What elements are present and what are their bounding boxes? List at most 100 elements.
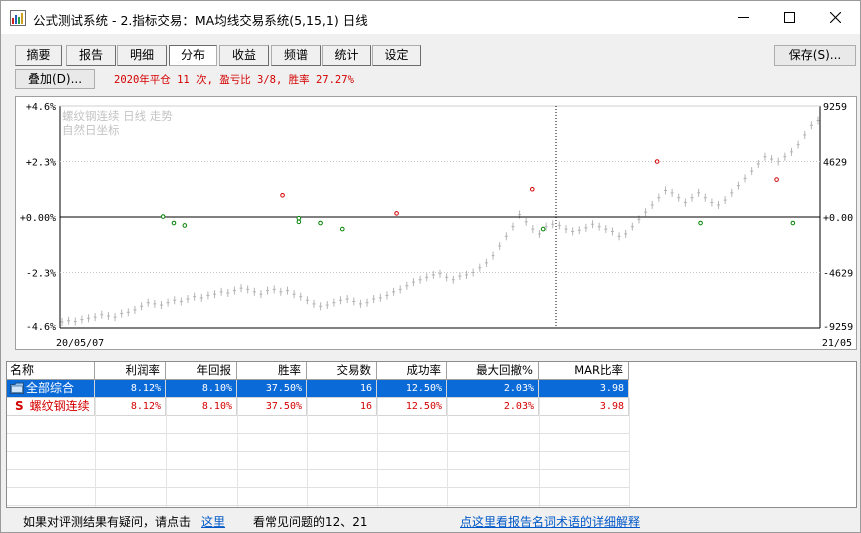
row-annual: 8.10%	[166, 380, 237, 398]
row-name-cell: S 螺纹钢连续	[7, 398, 95, 416]
folder-icon	[10, 382, 24, 394]
gain-point	[529, 186, 535, 192]
loss-point	[698, 220, 703, 226]
row-drawdown: 2.03%	[447, 398, 539, 416]
grid-line	[447, 398, 448, 507]
grid-line	[7, 505, 629, 506]
loss-point	[296, 215, 302, 221]
col-success-header[interactable]: 成功率	[377, 362, 447, 380]
loss-point	[318, 220, 323, 226]
loss-point	[160, 214, 166, 219]
x-start-label: 20/05/07	[56, 338, 104, 349]
app-window: 公式测试系统 - 2.指标交易：MA均线交易系统(5,15,1) 日线 摘要 报…	[0, 0, 861, 533]
close-button[interactable]	[812, 1, 858, 34]
grid-line	[166, 398, 167, 507]
col-winrate-header[interactable]: 胜率	[237, 362, 307, 380]
results-table: 名称 利润率 年回报 胜率 交易数 成功率 最大回撤% MAR比率 全部综合 8…	[6, 361, 857, 508]
table-row[interactable]: 全部综合 8.12% 8.10% 37.50% 16 12.50% 2.03% …	[7, 380, 629, 398]
y-left-tick-label: +2.3%	[26, 158, 56, 169]
tab-summary[interactable]: 摘要	[15, 45, 62, 66]
trade-points	[160, 159, 796, 232]
row-annual: 8.10%	[166, 398, 237, 416]
row-mar: 3.98	[539, 398, 629, 416]
loss-point	[171, 220, 177, 226]
row-mar: 3.98	[539, 380, 629, 398]
gain-point	[654, 159, 660, 164]
y-right-tick-label: +0.00	[823, 213, 853, 224]
gain-point	[774, 177, 779, 182]
window-title: 公式测试系统 - 2.指标交易：MA均线交易系统(5,15,1) 日线	[33, 13, 368, 28]
tab-income[interactable]: 收益	[219, 45, 269, 66]
row-success: 12.50%	[377, 380, 447, 398]
col-mar-header[interactable]: MAR比率	[539, 362, 629, 380]
col-trades-header[interactable]: 交易数	[307, 362, 377, 380]
chart-axes	[59, 105, 821, 329]
maximize-button[interactable]	[766, 1, 812, 34]
col-profit-header[interactable]: 利润率	[95, 362, 166, 380]
app-chart-icon	[10, 10, 26, 26]
stock-s-icon: S	[15, 399, 24, 413]
help-link[interactable]: 这里	[201, 513, 225, 530]
tab-statistics[interactable]: 统计	[322, 45, 371, 66]
col-drawdown-header[interactable]: 最大回撤%	[447, 362, 539, 380]
loss-point	[296, 219, 302, 225]
loss-point	[790, 220, 796, 226]
loss-point	[339, 226, 345, 232]
help-prompt: 如果对评测结果有疑问，请点击	[23, 515, 192, 529]
status-bar: 如果对评测结果有疑问，请点击 这里 看常见问题的12、21 点这里看报告名词术语…	[1, 509, 860, 533]
grid-line	[237, 398, 238, 507]
grid-line	[539, 398, 540, 507]
tab-distribution[interactable]: 分布	[169, 45, 217, 66]
grid-line	[377, 398, 378, 507]
tab-toolbar: 摘要 报告 明细 分布 收益 频谱 统计 设定 保存(S)...	[1, 34, 860, 68]
row-winrate: 37.50%	[237, 398, 307, 416]
y-right-tick-label: -4629	[823, 269, 853, 280]
trade-summary: 2020年平仓 11 次, 盈亏比 3/8, 胜率 27.27%	[114, 74, 354, 86]
y-right-tick-label: 9259	[823, 102, 847, 113]
y-right-tick-label: 4629	[823, 158, 847, 169]
x-end-label: 21/05	[822, 338, 852, 349]
grid-line	[7, 433, 629, 434]
row-drawdown: 2.03%	[447, 380, 539, 398]
col-name-header[interactable]: 名称	[7, 362, 95, 380]
chart-canvas: +4.6% 9259 +2.3% 4629 +0.00% +0.00 -2.3% -4629 -…	[20, 102, 853, 349]
row-name: 全部综合	[26, 381, 75, 395]
tab-detail[interactable]: 明细	[117, 45, 167, 66]
glossary-link[interactable]: 点这里看报告名词术语的详细解释	[460, 513, 640, 530]
row-profit: 8.12%	[95, 380, 166, 398]
row-winrate: 37.50%	[237, 380, 307, 398]
loss-point	[182, 223, 188, 228]
chart-subtitle: 自然日坐标	[62, 123, 120, 137]
y-left-tick-label: -4.6%	[26, 322, 56, 333]
y-left-tick-label: +0.00%	[20, 213, 56, 224]
row-success: 12.50%	[377, 398, 447, 416]
tab-spectrum[interactable]: 频谱	[271, 45, 321, 66]
chart-labels: +4.6% 9259 +2.3% 4629 +0.00% +0.00 -2.3% -4629 -…	[20, 102, 853, 349]
gain-point	[280, 192, 285, 198]
title-bar: 公式测试系统 - 2.指标交易：MA均线交易系统(5,15,1) 日线	[1, 1, 860, 34]
minimize-button[interactable]	[720, 1, 766, 34]
overlay-button[interactable]: 叠加(D)...	[15, 69, 95, 89]
tab-report[interactable]: 报告	[66, 45, 116, 66]
row-name: 螺纹钢连续	[29, 399, 90, 413]
row-trades: 16	[307, 398, 377, 416]
close-icon	[829, 12, 841, 23]
save-button[interactable]: 保存(S)...	[774, 45, 856, 66]
row-name-cell: 全部综合	[7, 380, 95, 398]
table-header: 名称 利润率 年回报 胜率 交易数 成功率 最大回撤% MAR比率	[7, 362, 629, 380]
chart-title: 螺纹钢连续 日线 走势	[62, 109, 173, 123]
gain-point	[394, 211, 399, 216]
grid-line	[307, 398, 308, 507]
tab-settings[interactable]: 设定	[372, 45, 421, 66]
grid-line	[629, 398, 630, 507]
grid-line	[7, 451, 629, 452]
row-trades: 16	[307, 380, 377, 398]
grid-line	[7, 487, 629, 488]
col-annual-header[interactable]: 年回报	[166, 362, 237, 380]
y-right-tick-label: -9259	[823, 322, 853, 333]
distribution-chart: +4.6% 9259 +2.3% 4629 +0.00% +0.00 -2.3% -4629 -…	[15, 96, 857, 350]
y-left-tick-label: -2.3%	[26, 269, 56, 280]
table-row[interactable]: S 螺纹钢连续 8.12% 8.10% 37.50% 16 12.50% 2.03…	[7, 398, 629, 416]
faq-text: 看常见问题的12、21	[253, 515, 368, 529]
minimize-icon	[737, 17, 749, 18]
